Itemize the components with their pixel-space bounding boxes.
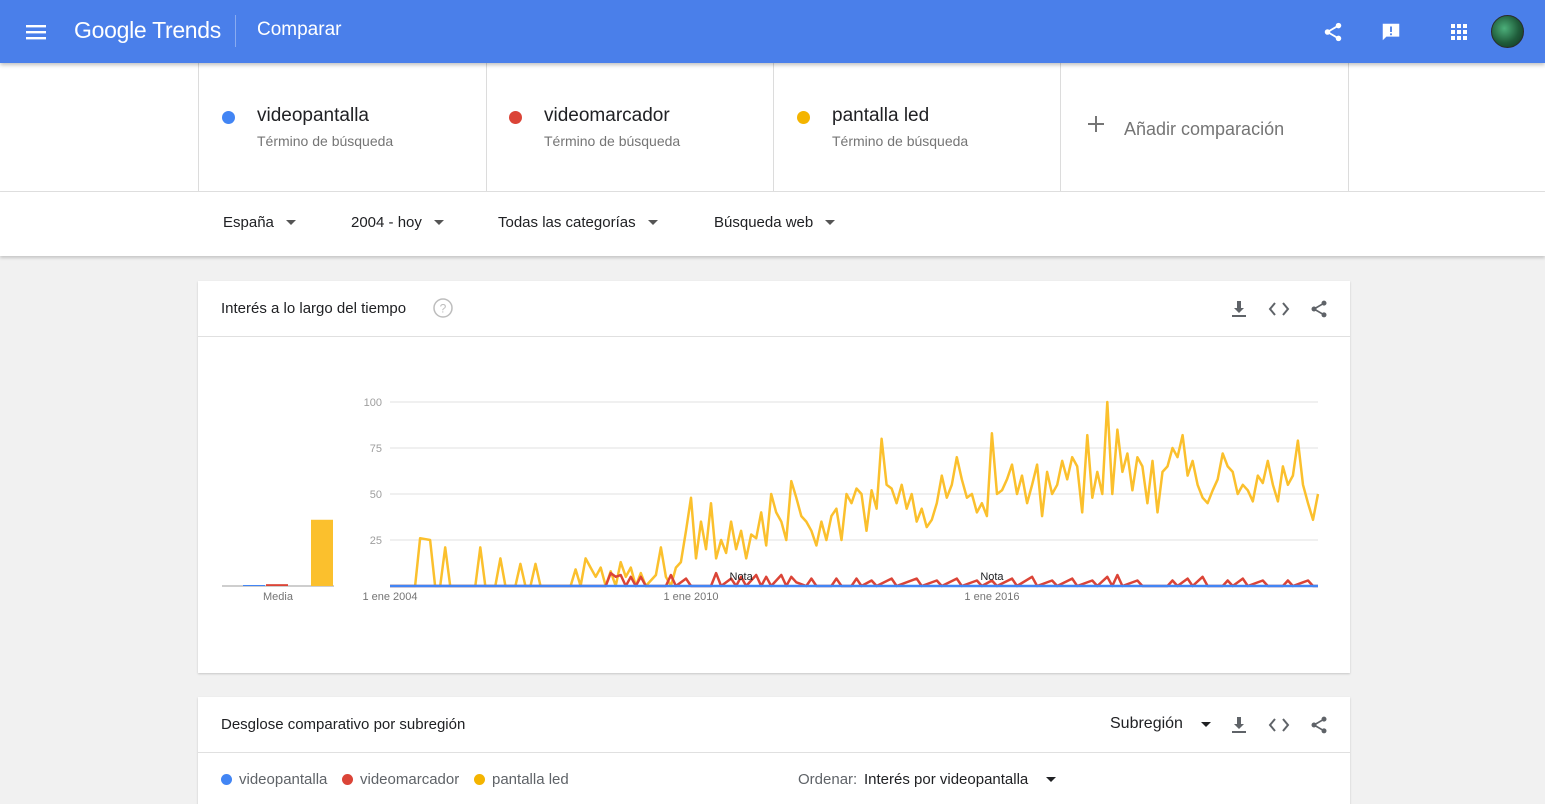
add-comparison-button[interactable]: Añadir comparación — [1061, 63, 1349, 191]
caret-down-icon — [1200, 721, 1211, 727]
help-icon[interactable]: ? — [430, 295, 456, 321]
share-icon[interactable] — [1306, 296, 1332, 322]
region-value: España — [223, 214, 274, 231]
sort-label: Ordenar: — [798, 771, 858, 788]
download-icon[interactable] — [1226, 296, 1252, 322]
x-tick-label: 1 ene 2004 — [362, 591, 417, 603]
term-name: videopantalla — [257, 105, 369, 126]
caret-down-icon — [1046, 777, 1057, 782]
series-color-dot — [222, 111, 235, 124]
card-title: Desglose comparativo por subregión — [221, 716, 466, 733]
term-type: Término de búsqueda — [257, 133, 394, 149]
period-filter[interactable]: 2004 - hoy — [351, 214, 444, 231]
series-color-dot — [797, 111, 810, 124]
menu-icon[interactable] — [22, 20, 50, 44]
resolution-value: Subregión — [1110, 715, 1183, 732]
term-name: videomarcador — [544, 105, 670, 126]
comparison-bar: videopantalla Término de búsqueda videom… — [0, 63, 1545, 192]
series-color-dot — [509, 111, 522, 124]
card-divider — [198, 752, 1350, 753]
caret-down-icon — [433, 220, 444, 225]
legend-dot — [474, 774, 485, 785]
average-bar-pantalla-led — [311, 519, 333, 586]
legend-label: pantalla led — [492, 771, 569, 788]
search-type-filter[interactable]: Búsqueda web — [714, 214, 836, 231]
interest-over-time-card: Interés a lo largo del tiempo ? Media 25… — [198, 281, 1350, 673]
average-bar-videomarcador — [266, 584, 288, 586]
y-tick-label: 25 — [370, 535, 382, 547]
category-value: Todas las categorías — [498, 214, 636, 231]
add-comparison-label: Añadir comparación — [1124, 119, 1285, 139]
x-tick-label: 1 ene 2016 — [964, 591, 1019, 603]
x-tick-label: 1 ene 2010 — [663, 591, 718, 603]
average-label: Media — [263, 591, 294, 603]
term-videomarcador[interactable]: videomarcador Término de búsqueda — [486, 63, 774, 191]
interest-chart: Media 25 50 75 100 1 ene 2004 1 ene 2010 1 ene… — [222, 397, 1320, 603]
note-label: Nota — [730, 571, 754, 583]
y-tick-label: 50 — [370, 489, 382, 501]
top-bar: Google Trends Comparar — [0, 0, 1545, 63]
period-value: 2004 - hoy — [351, 214, 422, 231]
term-type: Término de búsqueda — [544, 133, 681, 149]
series-line-videomarcador — [390, 571, 1318, 588]
note-label: Nota — [980, 571, 1004, 583]
resolution-select[interactable]: Subregión — [1110, 715, 1211, 733]
feedback-icon[interactable] — [1377, 18, 1405, 46]
google-trends-logo[interactable]: Google Trends — [74, 17, 221, 44]
share-icon[interactable] — [1319, 18, 1347, 46]
avatar[interactable] — [1491, 15, 1524, 48]
average-bars: Media — [222, 519, 334, 603]
term-name: pantalla led — [832, 105, 930, 126]
page-title: Comparar — [257, 19, 342, 40]
legend-videopantalla[interactable]: videopantalla — [221, 771, 327, 788]
term-videopantalla[interactable]: videopantalla Término de búsqueda — [199, 63, 487, 191]
caret-down-icon — [285, 220, 296, 225]
term-pantalla-led[interactable]: pantalla led Término de búsqueda — [774, 63, 1061, 191]
y-tick-label: 100 — [364, 397, 382, 409]
category-filter[interactable]: Todas las categorías — [498, 214, 658, 231]
caret-down-icon — [647, 220, 658, 225]
subregion-card: Desglose comparativo por subregión Subre… — [198, 697, 1350, 804]
term-type: Término de búsqueda — [832, 133, 969, 149]
embed-icon[interactable] — [1266, 296, 1292, 322]
download-icon[interactable] — [1226, 712, 1252, 738]
legend-dot — [342, 774, 353, 785]
legend-videomarcador[interactable]: videomarcador — [342, 771, 459, 788]
region-filter[interactable]: España — [223, 214, 296, 231]
apps-icon[interactable] — [1445, 18, 1473, 46]
header-divider — [235, 15, 236, 47]
legend-pantalla-led[interactable]: pantalla led — [474, 771, 569, 788]
average-bar-videopantalla — [243, 585, 265, 586]
legend-dot — [221, 774, 232, 785]
sort-select[interactable]: Interés por videopantalla — [864, 771, 1057, 788]
legend-label: videopantalla — [239, 771, 328, 788]
legend-label: videomarcador — [360, 771, 460, 788]
embed-icon[interactable] — [1266, 712, 1292, 738]
sort-value: Interés por videopantalla — [864, 771, 1029, 788]
svg-text:?: ? — [440, 302, 447, 316]
plus-icon — [1088, 116, 1104, 132]
y-tick-label: 75 — [370, 443, 382, 455]
search-type-value: Búsqueda web — [714, 214, 814, 231]
filters-bar: España 2004 - hoy Todas las categorías B… — [0, 192, 1545, 256]
card-title: Interés a lo largo del tiempo — [221, 300, 407, 317]
share-icon[interactable] — [1306, 712, 1332, 738]
caret-down-icon — [825, 220, 836, 225]
